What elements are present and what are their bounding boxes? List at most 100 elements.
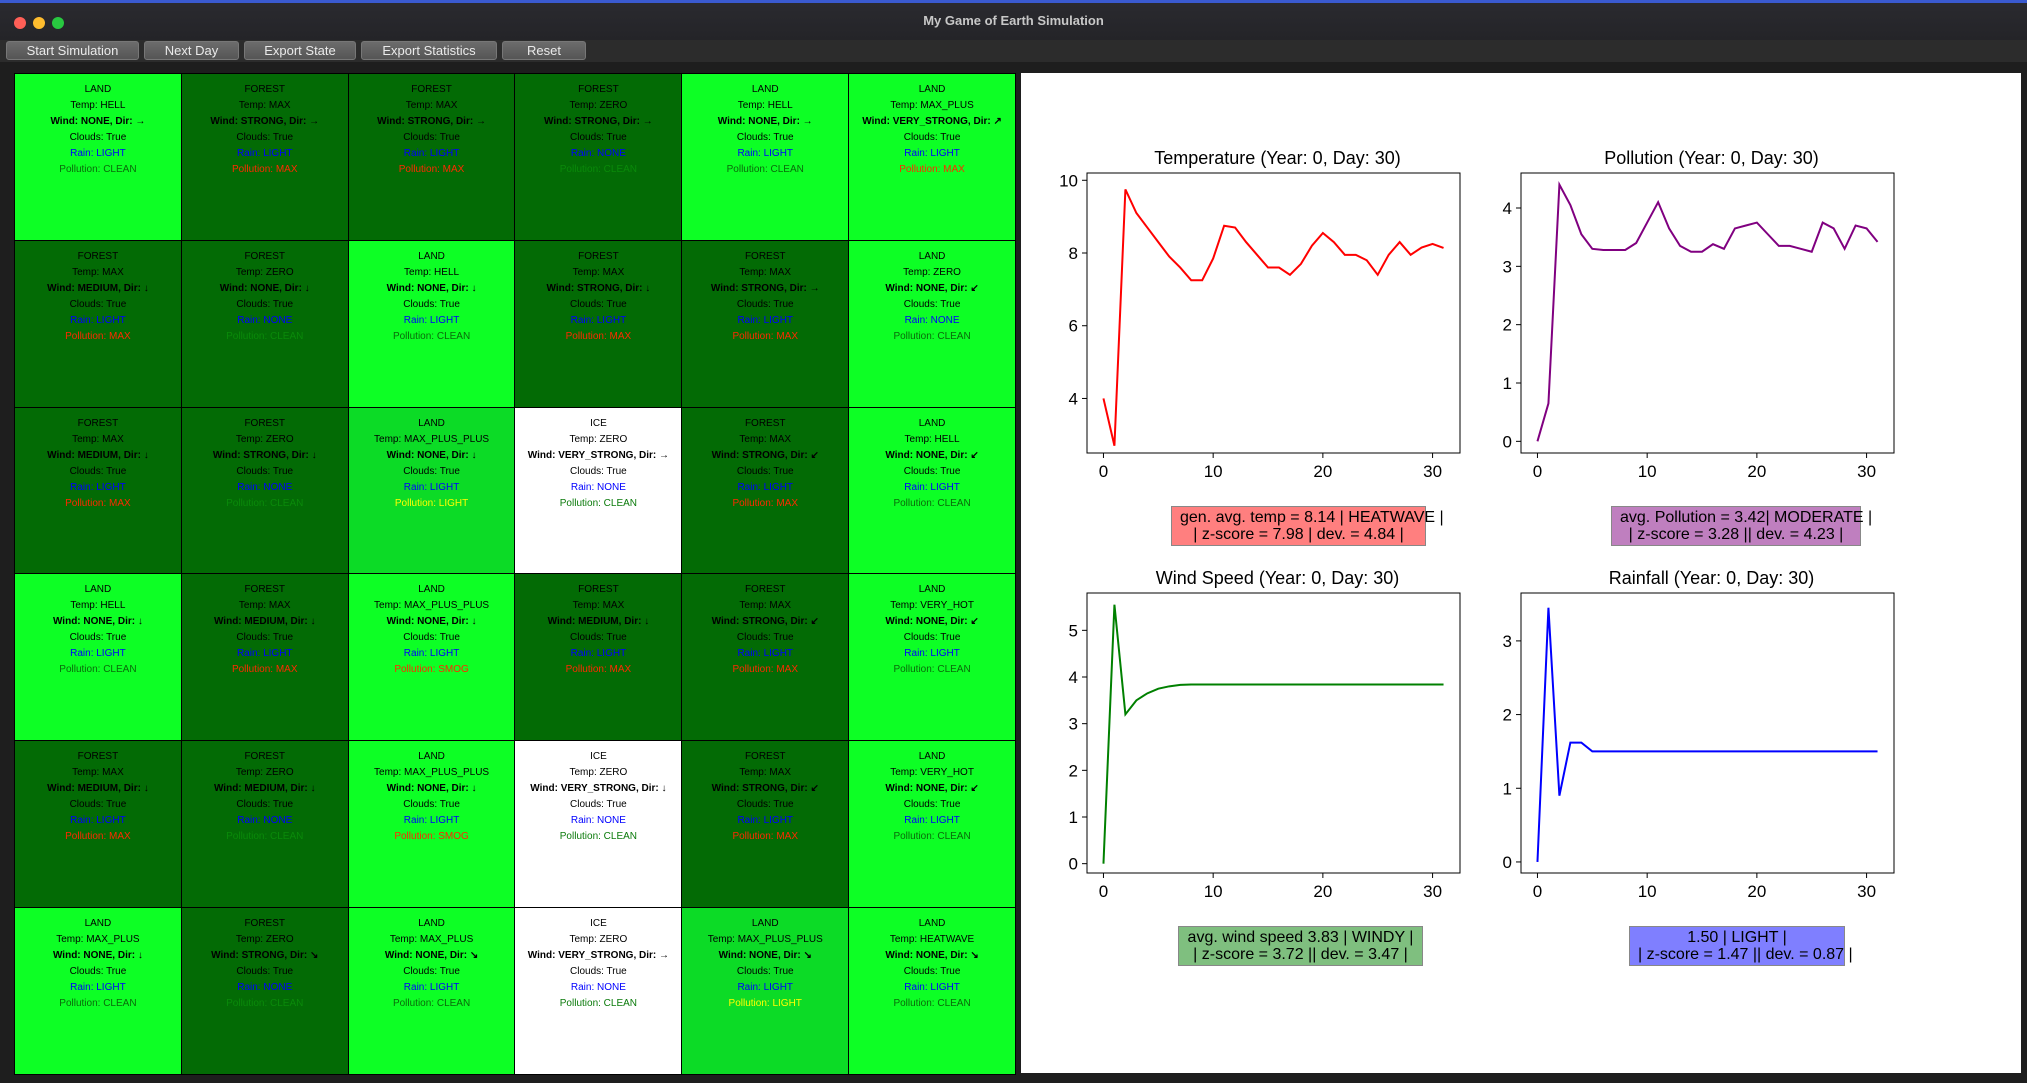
- cell-type-label: LAND: [918, 918, 946, 930]
- next-day-button[interactable]: Next Day: [144, 41, 239, 60]
- grid-cell[interactable]: FOREST Temp: MAX Wind: STRONG, Dir: ↙ Cloud…: [682, 407, 849, 574]
- grid-cell[interactable]: FOREST Temp: MAX Wind: STRONG, Dir: → Cloud…: [181, 74, 348, 240]
- grid-cell[interactable]: LAND Temp: MAX_PLUS Wind: NONE, Dir: ↘ Clou…: [348, 908, 515, 1074]
- grid-cell[interactable]: LAND Temp: HELL Wind: NONE, Dir: → Clouds: …: [682, 74, 849, 240]
- y-tick-label: 2: [1503, 316, 1512, 335]
- grid-cell[interactable]: FOREST Temp: ZERO Wind: STRONG, Dir: → Clou…: [515, 74, 682, 240]
- cell-type-label: LAND: [418, 751, 445, 763]
- grid-cell[interactable]: FOREST Temp: MAX Wind: STRONG, Dir: ↙ Cloud…: [682, 574, 849, 741]
- stats-line: gen. avg. temp = 8.14 | HEATWAVE |: [1180, 509, 1444, 526]
- cell-temp: Temp: MAX_PLUS_PLUS: [374, 600, 490, 612]
- grid-cell[interactable]: LAND Temp: MAX_PLUS_PLUS Wind: NONE, Dir: …: [348, 574, 515, 741]
- start-simulation-button[interactable]: Start Simulation: [6, 41, 139, 60]
- y-tick-label: 1: [1503, 374, 1512, 393]
- grid-cell[interactable]: LAND Temp: VERY_HOT Wind: NONE, Dir: ↙ Clou…: [849, 574, 1015, 741]
- chart-title: Pollution (Year: 0, Day: 30): [1604, 148, 1819, 168]
- cell-temp: Temp: ZERO: [235, 767, 294, 779]
- cell-rain: Rain: LIGHT: [236, 148, 293, 159]
- cell-temp: Temp: MAX_PLUS: [389, 934, 474, 946]
- cell-rain: Rain: NONE: [570, 815, 626, 827]
- cell-pollution: Pollution: MAX: [65, 330, 131, 342]
- grid-cell[interactable]: LAND Temp: HELL Wind: NONE, Dir: ↓ Clouds: …: [15, 574, 181, 741]
- grid-cell[interactable]: FOREST Temp: MAX Wind: MEDIUM, Dir: ↓ Cloud…: [15, 407, 181, 574]
- cell-rain: Rain: LIGHT: [737, 648, 794, 660]
- cell-clouds: Clouds: True: [570, 966, 627, 978]
- cell-type-label: LAND: [418, 250, 445, 262]
- poll-stats-box: avg. Pollution = 3.42| MODERATE | | z-sco…: [1611, 506, 1872, 546]
- cell-pollution: Pollution: MAX: [65, 497, 131, 509]
- cell-clouds: Clouds: True: [736, 298, 794, 310]
- grid-cell[interactable]: FOREST Temp: MAX Wind: MEDIUM, Dir: ↓ Cloud…: [515, 574, 682, 741]
- cell-type-label: ICE: [590, 918, 607, 930]
- cell-pollution: Pollution: CLEAN: [559, 497, 638, 509]
- poll-series-line: [1536, 181, 1879, 442]
- cell-temp: Temp: MAX_PLUS_PLUS: [374, 767, 490, 779]
- cell-clouds: Clouds: True: [236, 132, 294, 143]
- cell-rain: Rain: LIGHT: [737, 982, 794, 994]
- grid-cell[interactable]: LAND Temp: ZERO Wind: NONE, Dir: ↙ Clouds: …: [849, 240, 1015, 407]
- x-tick-label: 10: [1204, 882, 1223, 901]
- grid-cell[interactable]: FOREST Temp: MAX Wind: MEDIUM, Dir: ↓ Cloud…: [15, 240, 181, 407]
- grid-cell[interactable]: FOREST Temp: MAX Wind: MEDIUM, Dir: ↓ Cloud…: [181, 574, 348, 741]
- cell-clouds: Clouds: True: [236, 799, 294, 811]
- grid-cell[interactable]: LAND Temp: MAX_PLUS_PLUS Wind: NONE, Dir: …: [348, 407, 515, 574]
- cell-pollution: Pollution: CLEAN: [726, 164, 804, 175]
- grid-cell[interactable]: LAND Temp: HELL Wind: NONE, Dir: ↙ Clouds: …: [849, 407, 1015, 574]
- grid-cell[interactable]: LAND Temp: HELL Wind: NONE, Dir: ↓ Clouds: …: [348, 240, 515, 407]
- grid-cell[interactable]: LAND Temp: MAX_PLUS_PLUS Wind: NONE, Dir: …: [682, 908, 849, 1074]
- grid-cell[interactable]: FOREST Temp: ZERO Wind: NONE, Dir: ↓ Clouds…: [181, 240, 348, 407]
- cell-pollution: Pollution: MAX: [732, 831, 799, 843]
- cell-rain: Rain: NONE: [237, 982, 293, 994]
- grid-cell[interactable]: ICE Temp: ZERO Wind: VERY_STRONG, Dir: → Cl…: [515, 407, 682, 574]
- cell-pollution: Pollution: MAX: [732, 330, 799, 342]
- simulation-grid: LAND Temp: HELL Wind: NONE, Dir: → Clouds: …: [14, 73, 1016, 1075]
- cell-wind: Wind: STRONG, Dir: ↙: [711, 616, 819, 628]
- cell-rain: Rain: LIGHT: [403, 648, 460, 660]
- cell-temp: Temp: MAX: [739, 600, 792, 612]
- export-statistics-button[interactable]: Export Statistics: [361, 41, 497, 60]
- cell-rain: Rain: LIGHT: [70, 982, 126, 994]
- grid-cell[interactable]: FOREST Temp: ZERO Wind: STRONG, Dir: ↓ Clou…: [181, 407, 348, 574]
- wind-chart: 0 1 2 3 4 5 0 10 20 30: [1069, 592, 1461, 901]
- export-state-button[interactable]: Export State: [244, 41, 356, 60]
- grid-cell[interactable]: FOREST Temp: MAX Wind: STRONG, Dir: ↓ Cloud…: [515, 240, 682, 407]
- cell-wind: Wind: NONE, Dir: ↙: [885, 449, 979, 461]
- plot-frame: [1520, 592, 1895, 874]
- grid-cell[interactable]: FOREST Temp: MAX Wind: STRONG, Dir: → Cloud…: [682, 240, 849, 407]
- x-tick-label: 20: [1747, 462, 1766, 481]
- cell-type-label: FOREST: [77, 417, 119, 429]
- y-tick-label: 3: [1069, 715, 1078, 734]
- x-tick-label: 20: [1313, 462, 1332, 481]
- cell-pollution: Pollution: CLEAN: [392, 998, 471, 1010]
- grid-cell[interactable]: FOREST Temp: MAX Wind: STRONG, Dir: → Cloud…: [348, 74, 515, 240]
- cell-wind: Wind: NONE, Dir: ↘: [384, 950, 479, 962]
- cell-temp: Temp: ZERO: [235, 934, 294, 946]
- cell-clouds: Clouds: True: [403, 966, 460, 978]
- cell-rain: Rain: LIGHT: [236, 648, 293, 660]
- cell-type-label: FOREST: [744, 584, 786, 596]
- grid-cell[interactable]: LAND Temp: VERY_HOT Wind: NONE, Dir: ↙ Clou…: [849, 741, 1015, 908]
- cell-rain: Rain: LIGHT: [70, 648, 126, 660]
- y-tick-label: 1: [1069, 808, 1078, 827]
- reset-button[interactable]: Reset: [502, 41, 586, 60]
- y-tick-label: 4: [1069, 389, 1078, 408]
- grid-cell[interactable]: LAND Temp: MAX_PLUS Wind: VERY_STRONG, Dir…: [849, 74, 1015, 240]
- grid-cell[interactable]: ICE Temp: ZERO Wind: VERY_STRONG, Dir: ↓ Cl…: [515, 741, 682, 908]
- x-tick-label: 30: [1423, 882, 1442, 901]
- grid-cell[interactable]: FOREST Temp: ZERO Wind: MEDIUM, Dir: ↓ Clou…: [181, 741, 348, 908]
- cell-wind: Wind: NONE, Dir: →: [50, 116, 146, 127]
- cell-pollution: Pollution: CLEAN: [59, 164, 137, 175]
- cell-temp: Temp: HEATWAVE: [889, 934, 975, 946]
- cell-rain: Rain: LIGHT: [570, 314, 627, 326]
- grid-cell[interactable]: FOREST Temp: MAX Wind: MEDIUM, Dir: ↓ Cloud…: [15, 741, 181, 908]
- x-tick-label: 30: [1423, 462, 1442, 481]
- y-tick-label: 3: [1503, 632, 1512, 651]
- cell-type-label: FOREST: [244, 584, 286, 596]
- grid-cell[interactable]: LAND Temp: MAX_PLUS_PLUS Wind: NONE, Dir: …: [348, 741, 515, 908]
- grid-cell[interactable]: ICE Temp: ZERO Wind: VERY_STRONG, Dir: → Cl…: [515, 908, 682, 1074]
- grid-cell[interactable]: LAND Temp: HEATWAVE Wind: NONE, Dir: ↘ Clou…: [849, 908, 1015, 1074]
- grid-cell[interactable]: LAND Temp: MAX_PLUS Wind: NONE, Dir: ↓ Clou…: [15, 908, 181, 1074]
- grid-cell[interactable]: FOREST Temp: ZERO Wind: STRONG, Dir: ↘ Clou…: [181, 908, 348, 1074]
- grid-cell[interactable]: LAND Temp: HELL Wind: NONE, Dir: → Clouds: …: [15, 74, 181, 240]
- grid-cell[interactable]: FOREST Temp: MAX Wind: STRONG, Dir: ↙ Cloud…: [682, 741, 849, 908]
